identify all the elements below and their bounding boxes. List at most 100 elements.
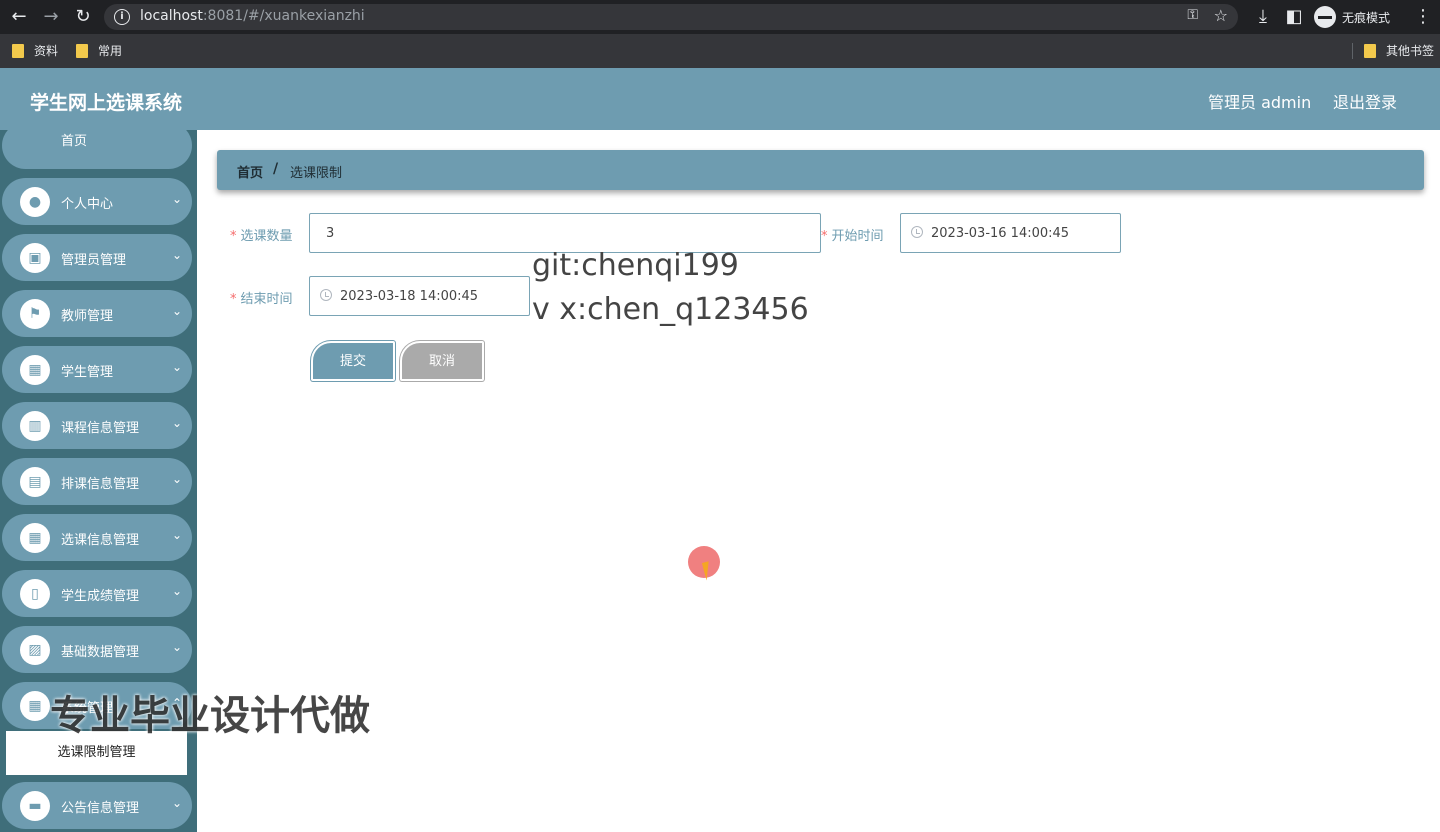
sidepanel-icon[interactable]: ◧: [1281, 4, 1307, 30]
sidebar-item-course-management[interactable]: ▥ 课程信息管理 ⌄: [2, 402, 192, 449]
app-title: 学生网上选课系统: [30, 92, 183, 114]
sidebar-item-label: 课程信息管理: [61, 421, 140, 436]
sidebar-item-student-management[interactable]: ▦ 学生管理 ⌄: [2, 346, 192, 393]
reload-icon[interactable]: ↻: [70, 4, 96, 30]
folder-icon: [1364, 43, 1376, 58]
flag-icon: ⚑: [20, 299, 50, 329]
logout-button[interactable]: 退出登录: [1333, 89, 1397, 113]
quantity-label: * 选课数量: [230, 225, 293, 244]
breadcrumb-current: 选课限制: [290, 166, 343, 181]
breadcrumb-separator: /: [273, 161, 279, 177]
inbox-icon: ▤: [20, 467, 50, 497]
incognito-icon: [1314, 6, 1336, 28]
sidebar-item-label: 学生管理: [61, 365, 114, 380]
end-time-label: * 结束时间: [230, 288, 293, 307]
chart-icon: ▨: [20, 635, 50, 665]
chevron-down-icon: ⌄: [171, 796, 182, 810]
message-icon: ▬: [20, 791, 50, 821]
chevron-down-icon: ⌄: [171, 192, 182, 206]
key-icon[interactable]: ⚿: [1187, 7, 1198, 23]
input-value: 2023-03-18 14:00:45: [340, 289, 479, 304]
label-text: 开始时间: [831, 229, 884, 244]
bookmarks-divider: [1352, 43, 1353, 59]
sidebar-item-label: 排课信息管理: [61, 477, 140, 492]
bookmark-label: 常用: [98, 44, 123, 58]
sidebar-item-label: 基础数据管理: [61, 645, 140, 660]
sidebar-item-notice-management[interactable]: ▬ 公告信息管理 ⌄: [2, 782, 192, 829]
breadcrumb: 首页 / 选课限制: [217, 150, 1424, 190]
sidebar-item-personal-center[interactable]: ● 个人中心 ⌄: [2, 178, 192, 225]
browser-toolbar: ← → ↻ i localhost:8081/#/xuankexianzhi ⚿…: [0, 0, 1440, 34]
address-bar[interactable]: i localhost:8081/#/xuankexianzhi ⚿ ☆: [104, 4, 1238, 30]
info-icon[interactable]: i: [114, 9, 130, 25]
bookmark-label: 其他书签: [1386, 44, 1435, 58]
back-icon[interactable]: ←: [6, 4, 32, 30]
briefcase-icon: ▣: [20, 243, 50, 273]
sidebar-item-selection-management[interactable]: ▦ 选课信息管理 ⌄: [2, 514, 192, 561]
folder-icon: [12, 43, 24, 58]
overlay-promo-text: 专业毕业设计代做: [50, 693, 370, 739]
bookmark-folder[interactable]: 常用: [76, 42, 122, 59]
chevron-down-icon: ⌄: [171, 640, 182, 654]
url-path: :8081/#/xuankexianzhi: [202, 8, 365, 24]
chevron-down-icon: ⌄: [171, 528, 182, 542]
sidebar-item-label: 首页: [61, 134, 88, 149]
sidebar-item-label: 个人中心: [61, 197, 114, 212]
chevron-down-icon: ⌄: [171, 248, 182, 262]
breadcrumb-home[interactable]: 首页: [237, 162, 263, 181]
sidebar-item-label: 管理员管理: [61, 253, 127, 268]
folder-icon: [76, 43, 88, 58]
sidebar-item-label: 学生成绩管理: [61, 589, 140, 604]
start-time-label: * 开始时间: [821, 225, 884, 244]
grid-icon: ▦: [20, 523, 50, 553]
url-host: localhost: [140, 8, 203, 24]
input-value: 2023-03-16 14:00:45: [931, 226, 1070, 241]
book-icon: ▥: [20, 411, 50, 441]
bookmarks-bar: 资料 常用 其他书签: [0, 34, 1440, 68]
label-text: 选课数量: [240, 229, 293, 244]
end-time-picker[interactable]: 2023-03-18 14:00:45: [309, 276, 530, 316]
menu-kebab-icon[interactable]: ⋮: [1410, 4, 1436, 30]
chevron-down-icon: ⌄: [171, 416, 182, 430]
overlay-contact-text: v x:chen_q123456: [532, 292, 809, 327]
sidebar-item-admin-management[interactable]: ▣ 管理员管理 ⌄: [2, 234, 192, 281]
star-icon[interactable]: ☆: [1214, 6, 1228, 25]
sidebar-item-schedule-management[interactable]: ▤ 排课信息管理 ⌄: [2, 458, 192, 505]
sidebar-item-label: 选课信息管理: [61, 533, 140, 548]
app-header: 学生网上选课系统 管理员 admin 退出登录: [0, 68, 1440, 130]
required-mark: *: [230, 292, 237, 307]
required-mark: *: [821, 229, 828, 244]
input-value: 3: [326, 226, 335, 241]
bookmark-folder[interactable]: 资料: [12, 42, 58, 59]
sidebar-item-teacher-management[interactable]: ⚑ 教师管理 ⌄: [2, 290, 192, 337]
sidebar-item-grade-management[interactable]: ▯ 学生成绩管理 ⌄: [2, 570, 192, 617]
grid-icon: ▦: [20, 691, 50, 721]
download-icon[interactable]: ⤓: [1250, 4, 1276, 30]
sidebar-item-label: 教师管理: [61, 309, 114, 324]
overlay-git-text: git:chenqi199: [532, 248, 739, 283]
bookmark-label: 资料: [34, 44, 59, 58]
submit-button[interactable]: 提交: [311, 341, 395, 381]
grid-icon: ▦: [20, 355, 50, 385]
start-time-picker[interactable]: 2023-03-16 14:00:45: [900, 213, 1121, 253]
url-text[interactable]: localhost:8081/#/xuankexianzhi: [140, 8, 365, 24]
clipboard-icon: ▯: [20, 579, 50, 609]
incognito-indicator[interactable]: 无痕模式: [1314, 5, 1390, 29]
chevron-down-icon: ⌄: [171, 304, 182, 318]
user-icon: ●: [20, 187, 50, 217]
label-text: 结束时间: [240, 292, 293, 307]
cancel-button[interactable]: 取消: [400, 341, 484, 381]
sidebar-item-label: 公告信息管理: [61, 801, 140, 816]
forward-icon[interactable]: →: [38, 4, 64, 30]
chevron-down-icon: ⌄: [171, 584, 182, 598]
admin-label: 管理员 admin: [1208, 93, 1312, 112]
quantity-input[interactable]: 3: [309, 213, 821, 253]
sidebar-item-basic-data-management[interactable]: ▨ 基础数据管理 ⌄: [2, 626, 192, 673]
incognito-label: 无痕模式: [1342, 10, 1391, 25]
clock-icon: [911, 226, 923, 238]
chevron-down-icon: ⌄: [171, 472, 182, 486]
sidebar-item-home[interactable]: 首页: [2, 130, 192, 169]
clock-icon: [320, 289, 332, 301]
other-bookmarks[interactable]: 其他书签: [1364, 42, 1434, 59]
required-mark: *: [230, 229, 237, 244]
